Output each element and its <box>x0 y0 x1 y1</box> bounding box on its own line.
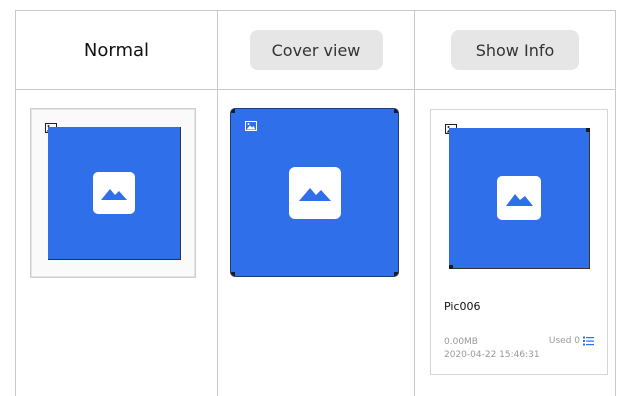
file-date: 2020-04-22 15:46:31 <box>444 350 540 360</box>
corner-mark <box>449 265 453 269</box>
image-placeholder-icon <box>93 172 135 214</box>
image-placeholder-icon <box>497 176 541 220</box>
grid-line-right <box>615 10 616 396</box>
file-name: Pic006 <box>444 300 481 313</box>
file-size: 0.00MB <box>444 337 478 347</box>
header-cell-normal: Normal <box>16 11 217 89</box>
show-info-button[interactable]: Show Info <box>451 30 579 70</box>
cover-view-button[interactable]: Cover view <box>249 30 383 70</box>
cover-view-image-card[interactable] <box>231 109 398 276</box>
corner-mark <box>231 109 235 113</box>
normal-image-card[interactable] <box>30 108 196 278</box>
corner-mark <box>586 128 590 132</box>
image-placeholder-icon <box>288 166 341 219</box>
usage-link[interactable]: Used 0 <box>549 336 594 346</box>
image-thumbnail <box>449 128 590 269</box>
info-image-card[interactable]: Pic006 0.00MB Used 0 2020-04-22 15:46:31 <box>430 109 608 375</box>
image-badge-icon <box>245 121 257 131</box>
list-icon[interactable] <box>583 336 594 346</box>
header-cell-show-info: Show Info <box>415 11 615 89</box>
used-count: Used 0 <box>548 336 580 346</box>
corner-mark <box>394 109 398 113</box>
grid-line-header-divider <box>15 89 616 90</box>
normal-mode-label: Normal <box>83 39 150 61</box>
image-thumbnail <box>48 127 181 260</box>
header-cell-cover-view: Cover view <box>218 11 414 89</box>
corner-mark <box>394 272 398 276</box>
corner-mark <box>231 272 235 276</box>
